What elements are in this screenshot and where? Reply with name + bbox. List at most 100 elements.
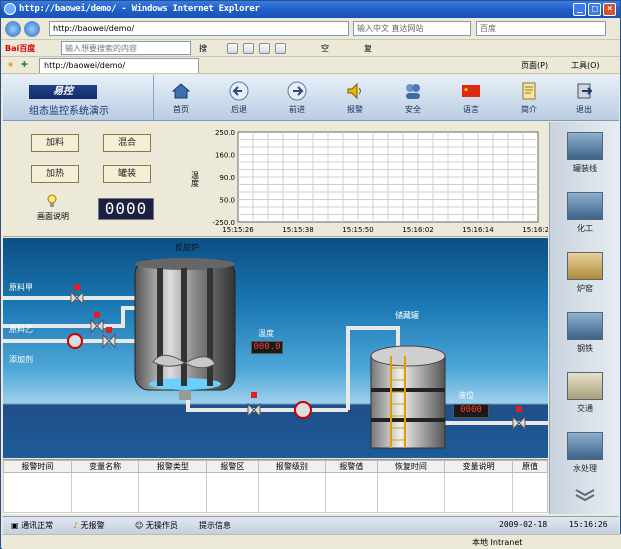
alarm-status: ♪ 无报警	[73, 520, 105, 531]
mix-button[interactable]: 混合	[103, 134, 151, 152]
feed-b-label: 原料乙	[9, 325, 33, 334]
help-icon[interactable]	[45, 194, 59, 208]
back-button[interactable]	[5, 21, 21, 37]
sidebar-item-label: 交通	[577, 404, 593, 413]
nav-label: 安全	[405, 105, 421, 114]
y-tick-label: 90.0	[219, 174, 235, 182]
chemical-thumbnail-icon	[567, 192, 603, 220]
y-tick-label: 250.0	[215, 129, 235, 137]
sidebar-item-traffic[interactable]: 交通	[565, 372, 605, 414]
traffic-thumbnail-icon	[567, 372, 603, 400]
x-tick-label: 15:15:50	[342, 226, 373, 234]
forward-button[interactable]	[24, 21, 40, 37]
nav-intro[interactable]: 简介	[503, 79, 555, 119]
url-input[interactable]: http://baowei/demo/	[49, 21, 349, 36]
alarm-bell-icon: ♪	[73, 521, 81, 530]
table-cell	[3, 472, 72, 513]
control-panel: 加料 混合 加热 罐装 画面说明 250.0 160.0 90.0 50.0 -250.…	[3, 122, 548, 237]
page-menu[interactable]: 页面(P)	[521, 60, 548, 71]
tools-menu[interactable]: 工具(O)	[571, 60, 600, 71]
address-bar-row: http://baowei/demo/ 输入中文 直达网站 百度	[1, 18, 620, 40]
sidebar-item-kiln[interactable]: 炉窑	[565, 252, 605, 294]
title-bar: http://baowei/demo/ - Windows Internet E…	[1, 1, 620, 18]
baidu-logo: Bai百度	[5, 44, 36, 53]
alarm-table-header: 报警时间 变量名称 报警类型 报警区 报警级别 报警值 恢复时间 变量说明 原值	[3, 460, 548, 473]
comm-status: ▣ 通讯正常	[11, 520, 53, 531]
alarm-column-header: 原值	[512, 460, 548, 473]
sidebar-item-water[interactable]: 水处理	[565, 432, 605, 474]
process-scene: 反应炉 原料甲 原料乙 添加剂 温度 000.0 储藏罐 液位 0000	[3, 238, 548, 458]
water-thumbnail-icon	[567, 432, 603, 460]
kiln-thumbnail-icon	[567, 252, 603, 280]
sidebar-item-label: 水处理	[573, 464, 597, 473]
security-zone: 本地 Intranet	[472, 538, 523, 547]
maximize-button[interactable]: □	[588, 3, 601, 16]
alarm-column-header: 变量名称	[70, 460, 140, 473]
engine-search-input[interactable]: 百度	[476, 21, 606, 36]
site-search-input[interactable]: 输入中文 直达网站	[353, 21, 471, 36]
nav-home[interactable]: 首页	[155, 79, 207, 119]
close-button[interactable]: ×	[603, 3, 616, 16]
window-title: http://baowei/demo/ - Windows Internet E…	[19, 4, 260, 14]
nav-back[interactable]: 后退	[213, 79, 265, 119]
baidu-search-input[interactable]: 输入想要搜索的内容	[61, 41, 191, 55]
comm-status-text: 通讯正常	[21, 521, 54, 530]
batch-counter: 0000	[98, 198, 154, 220]
toolbar-item[interactable]: 复	[364, 43, 372, 54]
minimize-button[interactable]: _	[573, 3, 586, 16]
table-cell	[325, 472, 378, 513]
x-tick-label: 15:16:02	[402, 226, 433, 234]
table-cell	[257, 472, 327, 513]
comm-icon: ▣	[11, 521, 22, 530]
reactor-vessel	[134, 258, 236, 400]
baidu-search-button[interactable]: 搜	[199, 43, 207, 54]
nav-label: 首页	[173, 105, 189, 114]
toolbar-icon[interactable]	[275, 43, 286, 54]
table-cell	[70, 472, 140, 513]
app-subtitle: 组态监控系统演示	[29, 106, 109, 117]
nav-forward[interactable]: 前进	[271, 79, 323, 119]
back-arrow-icon	[229, 81, 249, 101]
temperature-label: 温度	[258, 329, 274, 338]
forward-arrow-icon	[287, 81, 307, 101]
scroll-down-chevron-icon[interactable]	[574, 488, 596, 502]
temperature-trend-chart: 250.0160.090.050.0-250.015:15:26 15:15:38…	[191, 129, 549, 234]
sidebar-item-canning-line[interactable]: 罐装线	[565, 132, 605, 174]
alarm-table: 报警时间 变量名称 报警类型 报警区 报警级别 报警值 恢复时间 变量说明 原值	[3, 459, 548, 514]
operator-status-text: 无操作员	[145, 521, 178, 530]
alarm-column-header: 报警时间	[3, 460, 72, 473]
alarm-column-header: 变量说明	[444, 460, 514, 473]
add-favorite-icon[interactable]: ✚	[21, 60, 28, 69]
toolbar-item[interactable]: 空	[321, 43, 329, 54]
toolbar-icon[interactable]	[243, 43, 254, 54]
feed-a-label: 原料甲	[9, 283, 33, 292]
level-display: 0000	[453, 404, 489, 418]
nav-exit[interactable]: 退出	[558, 79, 610, 119]
feed-button[interactable]: 加料	[31, 134, 79, 152]
heat-button[interactable]: 加热	[31, 165, 79, 183]
favorites-star-icon[interactable]: ★	[7, 60, 14, 69]
storage-tank	[370, 345, 446, 449]
fill-button[interactable]: 罐装	[103, 165, 151, 183]
help-label[interactable]: 画面说明	[37, 211, 69, 222]
nav-security[interactable]: 安全	[387, 79, 439, 119]
app-status-bar: ▣ 通讯正常 ♪ 无报警 ☺ 无操作员 提示信息 2009-02-18 15:1…	[3, 516, 619, 534]
tab-current[interactable]: http://baowei/demo/	[39, 58, 199, 73]
sidebar-item-label: 钢铁	[577, 344, 593, 353]
nav-alarm[interactable]: 报警	[329, 79, 381, 119]
ie-status-bar: 本地 Intranet	[2, 534, 621, 549]
x-tick-label: 15:16:26	[522, 226, 548, 234]
tab-row: ★ ✚ http://baowei/demo/ 页面(P) 工具(O)	[1, 57, 620, 74]
table-cell	[206, 472, 259, 513]
exit-icon	[577, 83, 593, 99]
nav-language[interactable]: 语言	[445, 79, 497, 119]
toolbar-icon[interactable]	[259, 43, 270, 54]
sidebar-item-chemical[interactable]: 化工	[565, 192, 605, 234]
china-flag-icon	[462, 85, 480, 97]
additive-label: 添加剂	[9, 355, 33, 364]
toolbar-icon[interactable]	[227, 43, 238, 54]
x-tick-label: 15:15:26	[222, 226, 254, 234]
app-header: 易控 组态监控系统演示 首页 后退 前进 报警 安全 语言 简介 退出	[3, 75, 619, 121]
x-tick-label: 15:15:38	[282, 226, 313, 234]
sidebar-item-steel[interactable]: 钢铁	[565, 312, 605, 354]
